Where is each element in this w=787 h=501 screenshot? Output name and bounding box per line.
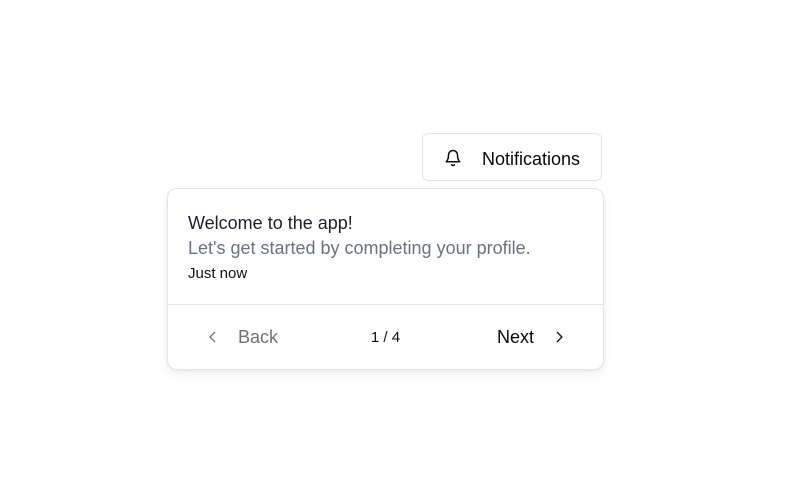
notifications-button[interactable]: Notifications [422,133,602,181]
notification-popover: Welcome to the app! Let's get started by… [167,188,604,370]
notifications-button-label: Notifications [482,149,581,169]
notification-pager: Back 1 / 4 Next [168,305,603,369]
bell-icon [445,149,461,167]
chevron-right-icon [556,331,563,343]
notification-message: Let's get started by completing your pro… [188,238,531,258]
notification-timestamp: Just now [188,265,248,282]
notification-title: Welcome to the app! [188,213,353,233]
next-button-label: Next [497,327,535,347]
next-button[interactable]: Next [488,319,578,355]
